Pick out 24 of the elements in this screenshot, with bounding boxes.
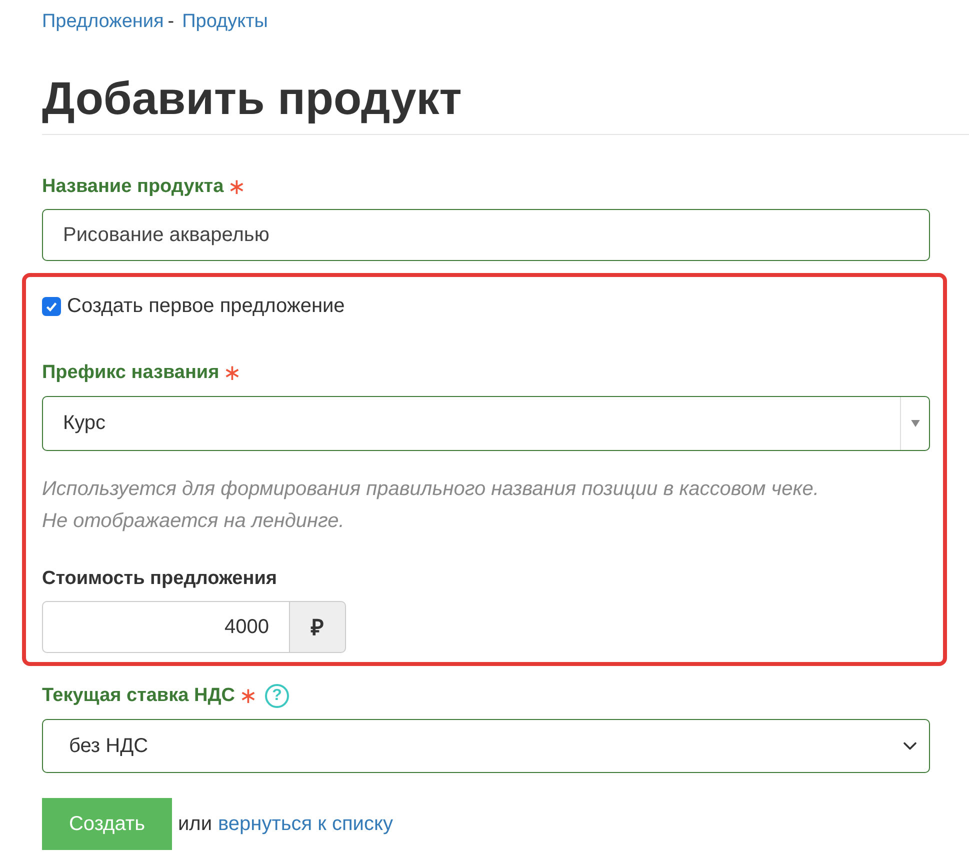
breadcrumb-separator: -	[168, 10, 174, 34]
page-title: Добавить продукт	[42, 71, 463, 126]
text-input[interactable]: Рисование акварелью	[42, 209, 930, 261]
dropdown-triangle-icon	[910, 420, 920, 426]
select-field[interactable]: Курс	[42, 396, 930, 450]
help-text: Используется для формирования правильного названия позиции в кассовом чеке.	[42, 476, 820, 502]
required-mark: ∗	[238, 685, 257, 708]
field-label: Текущая ставка НДС	[42, 684, 235, 708]
select-field[interactable]: без НДС	[42, 718, 930, 772]
help-text: Не отображается на лендинге.	[42, 508, 346, 534]
or-text: или	[178, 812, 212, 836]
field-label: Название продукта	[42, 174, 224, 198]
checkbox[interactable]	[42, 296, 61, 316]
checkbox-label: Создать первое предложение	[67, 294, 345, 319]
field-label: Стоимость предложения	[42, 566, 277, 590]
back-link[interactable]: вернуться к списку	[218, 808, 393, 838]
breadcrumb-link[interactable]: Предложения	[42, 8, 164, 36]
required-mark: ∗	[228, 176, 246, 198]
price-input[interactable]: 4000	[42, 601, 290, 653]
required-mark: ∗	[223, 362, 242, 384]
breadcrumb-link[interactable]: Продукты	[182, 8, 268, 36]
create-button[interactable]: Создать	[42, 798, 172, 850]
field-label: Префикс названия	[42, 361, 220, 385]
currency-addon: ₽	[290, 601, 346, 653]
